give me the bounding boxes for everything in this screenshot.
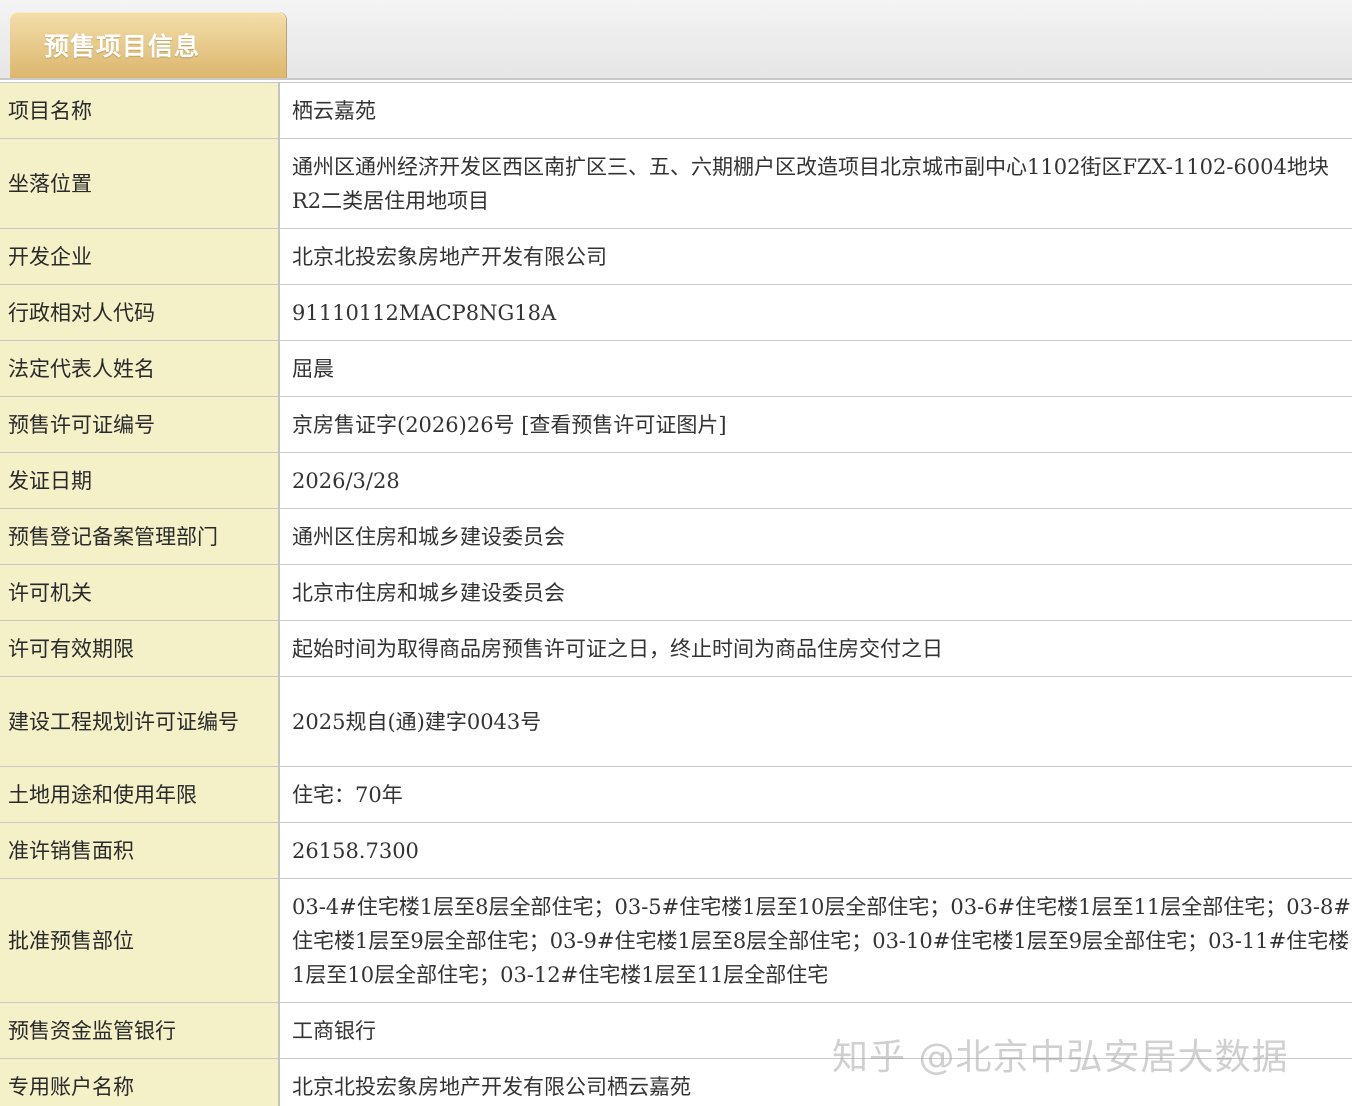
field-label: 项目名称	[0, 82, 280, 139]
field-label: 坐落位置	[0, 138, 280, 229]
field-label: 批准预售部位	[0, 878, 280, 1003]
field-value-registration-dept: 通州区住房和城乡建设委员会	[279, 508, 1352, 565]
table-row: 建设工程规划许可证编号 2025规自(通)建字0043号	[0, 676, 1352, 767]
field-value-sale-area: 26158.7300	[279, 822, 1352, 879]
field-value-legal-rep: 屈晨	[279, 340, 1352, 397]
table-row: 行政相对人代码 91110112MACP8NG18A	[0, 284, 1352, 341]
field-value-account-name: 北京北投宏象房地产开发有限公司栖云嘉苑	[279, 1058, 1352, 1106]
field-value-location: 通州区通州经济开发区西区南扩区三、五、六期棚户区改造项目北京城市副中心1102街…	[279, 138, 1352, 229]
tab-label: 预售项目信息	[44, 32, 201, 61]
field-value-land-use: 住宅：70年	[279, 766, 1352, 823]
field-label: 专用账户名称	[0, 1058, 280, 1106]
field-value-validity-period: 起始时间为取得商品房预售许可证之日，终止时间为商品住房交付之日	[279, 620, 1352, 677]
table-row: 法定代表人姓名 屈晨	[0, 340, 1352, 397]
table-row: 专用账户名称 北京北投宏象房地产开发有限公司栖云嘉苑	[0, 1058, 1352, 1106]
table-row: 预售资金监管银行 工商银行	[0, 1002, 1352, 1059]
field-label: 发证日期	[0, 452, 280, 509]
field-value-supervising-bank: 工商银行	[279, 1002, 1352, 1059]
field-value-permit-number[interactable]: 京房售证字(2026)26号 [查看预售许可证图片]	[279, 396, 1352, 453]
field-label: 许可机关	[0, 564, 280, 621]
field-label: 法定代表人姓名	[0, 340, 280, 397]
field-label: 建设工程规划许可证编号	[0, 676, 280, 767]
field-label: 预售登记备案管理部门	[0, 508, 280, 565]
field-value-issue-date: 2026/3/28	[279, 452, 1352, 509]
tab-presale-project-info[interactable]: 预售项目信息	[10, 12, 286, 78]
presale-info-page: 预售项目信息 项目名称 栖云嘉苑 坐落位置 通州区通州经济开发区西区南扩区三、五…	[0, 0, 1352, 1106]
field-value-developer: 北京北投宏象房地产开发有限公司	[279, 228, 1352, 285]
field-label: 预售许可证编号	[0, 396, 280, 453]
field-value-approved-parts: 03-4#住宅楼1层至8层全部住宅；03-5#住宅楼1层至10层全部住宅；03-…	[279, 878, 1352, 1003]
table-row: 开发企业 北京北投宏象房地产开发有限公司	[0, 228, 1352, 285]
field-label: 行政相对人代码	[0, 284, 280, 341]
table-row: 许可有效期限 起始时间为取得商品房预售许可证之日，终止时间为商品住房交付之日	[0, 620, 1352, 677]
table-row: 土地用途和使用年限 住宅：70年	[0, 766, 1352, 823]
field-label: 开发企业	[0, 228, 280, 285]
field-label: 预售资金监管银行	[0, 1002, 280, 1059]
table-row: 预售登记备案管理部门 通州区住房和城乡建设委员会	[0, 508, 1352, 565]
tab-bar: 预售项目信息	[0, 0, 1352, 80]
table-row: 批准预售部位 03-4#住宅楼1层至8层全部住宅；03-5#住宅楼1层至10层全…	[0, 878, 1352, 1003]
field-label: 许可有效期限	[0, 620, 280, 677]
project-info-table: 项目名称 栖云嘉苑 坐落位置 通州区通州经济开发区西区南扩区三、五、六期棚户区改…	[0, 82, 1352, 1106]
table-row: 坐落位置 通州区通州经济开发区西区南扩区三、五、六期棚户区改造项目北京城市副中心…	[0, 138, 1352, 229]
table-row: 许可机关 北京市住房和城乡建设委员会	[0, 564, 1352, 621]
field-label: 准许销售面积	[0, 822, 280, 879]
field-value-project-name: 栖云嘉苑	[279, 82, 1352, 139]
table-row: 预售许可证编号 京房售证字(2026)26号 [查看预售许可证图片]	[0, 396, 1352, 453]
field-value-admin-code: 91110112MACP8NG18A	[279, 284, 1352, 341]
field-value-planning-permit: 2025规自(通)建字0043号	[279, 676, 1352, 767]
table-row: 发证日期 2026/3/28	[0, 452, 1352, 509]
field-value-licensing-authority: 北京市住房和城乡建设委员会	[279, 564, 1352, 621]
field-label: 土地用途和使用年限	[0, 766, 280, 823]
table-row: 项目名称 栖云嘉苑	[0, 82, 1352, 139]
table-row: 准许销售面积 26158.7300	[0, 822, 1352, 879]
